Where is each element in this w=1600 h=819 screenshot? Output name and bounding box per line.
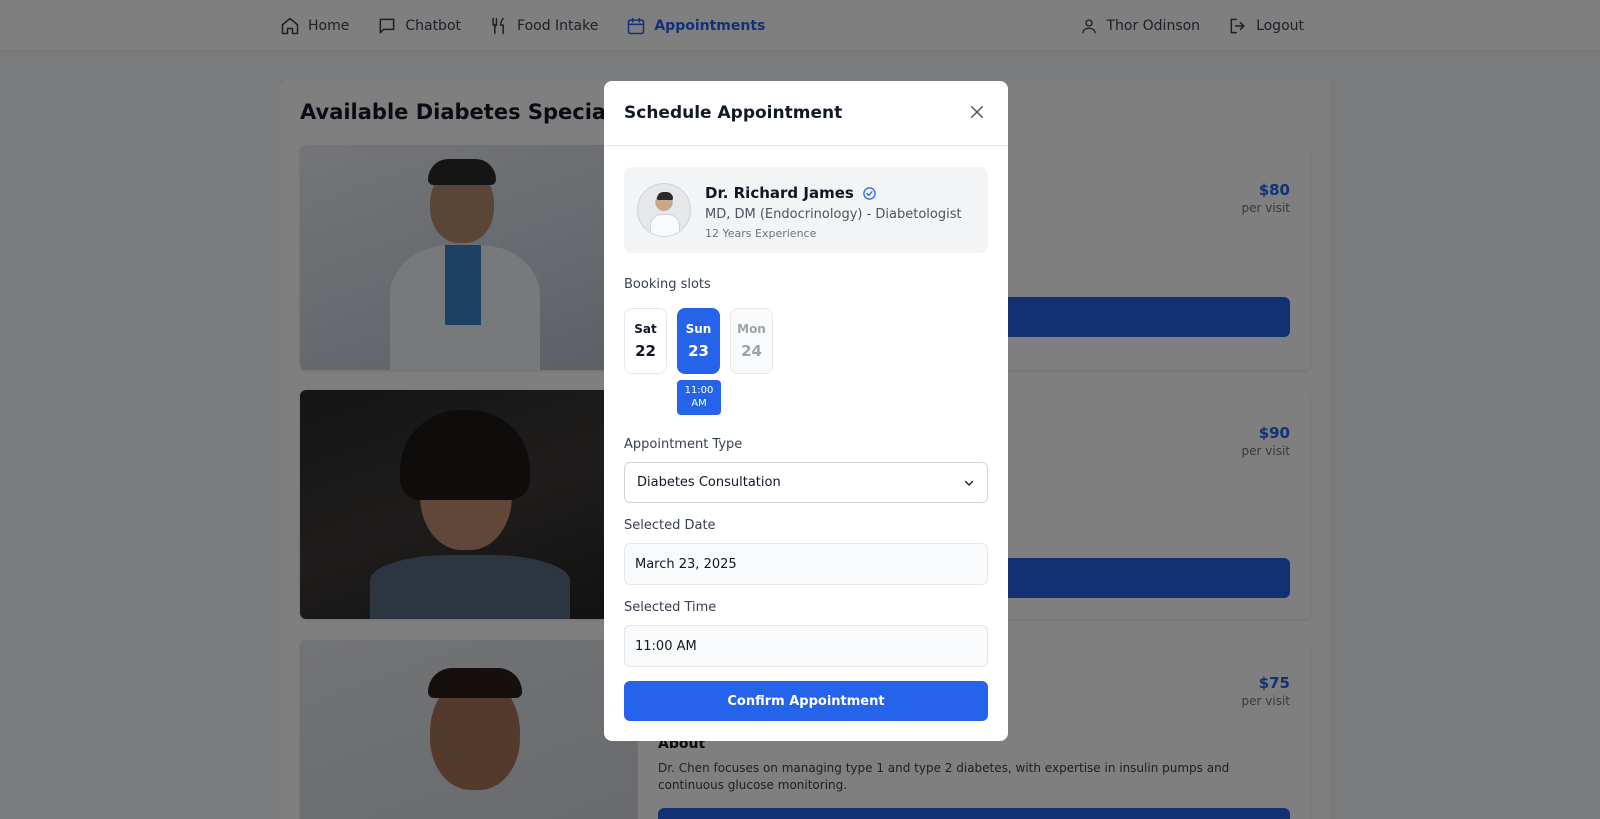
confirm-appointment-button[interactable]: Confirm Appointment — [624, 681, 988, 721]
close-button[interactable] — [966, 101, 988, 123]
schedule-appointment-modal: Schedule Appointment Dr. Richard James M… — [604, 81, 1008, 741]
modal-header: Schedule Appointment — [604, 81, 1008, 146]
selected-time-field[interactable]: 11:00 AM — [624, 625, 988, 667]
appointment-type-label: Appointment Type — [624, 437, 743, 452]
chevron-down-icon — [964, 480, 974, 486]
selected-date-value: March 23, 2025 — [635, 556, 737, 572]
slot-day: Sun — [685, 322, 712, 336]
slot-date: 23 — [688, 342, 709, 360]
appointment-type-select[interactable]: Diabetes Consultation — [624, 462, 988, 503]
selected-date-field[interactable]: March 23, 2025 — [624, 543, 988, 585]
close-icon — [971, 106, 983, 118]
slot-day: Mon — [737, 322, 766, 336]
doctor-summary: Dr. Richard James MD, DM (Endocrinology)… — [624, 167, 988, 253]
slot-date: 24 — [741, 342, 762, 360]
avatar — [637, 183, 691, 237]
booking-slots-label: Booking slots — [624, 277, 711, 292]
selected-time-value: 11:00 AM — [635, 638, 697, 654]
date-slots: Sat 22 Sun 23 Mon 24 — [624, 308, 773, 374]
selected-date-label: Selected Date — [624, 518, 716, 533]
doctor-experience: 12 Years Experience — [705, 227, 817, 240]
date-slot-mon[interactable]: Mon 24 — [730, 308, 773, 374]
slot-date: 22 — [635, 342, 656, 360]
doctor-name: Dr. Richard James — [705, 184, 854, 202]
selected-time-label: Selected Time — [624, 600, 717, 615]
date-slot-sat[interactable]: Sat 22 — [624, 308, 667, 374]
doctor-degree: MD, DM (Endocrinology) - Diabetologist — [705, 207, 962, 222]
doctor-name-row: Dr. Richard James — [705, 184, 877, 202]
modal-title: Schedule Appointment — [624, 103, 843, 123]
appointment-type-value: Diabetes Consultation — [637, 475, 781, 490]
time-slot-chip[interactable]: 11:00 AM — [677, 380, 721, 415]
slot-day: Sat — [634, 322, 657, 336]
date-slot-sun[interactable]: Sun 23 — [677, 308, 720, 374]
confirm-button-label: Confirm Appointment — [727, 693, 885, 709]
verified-check-icon — [862, 186, 877, 201]
